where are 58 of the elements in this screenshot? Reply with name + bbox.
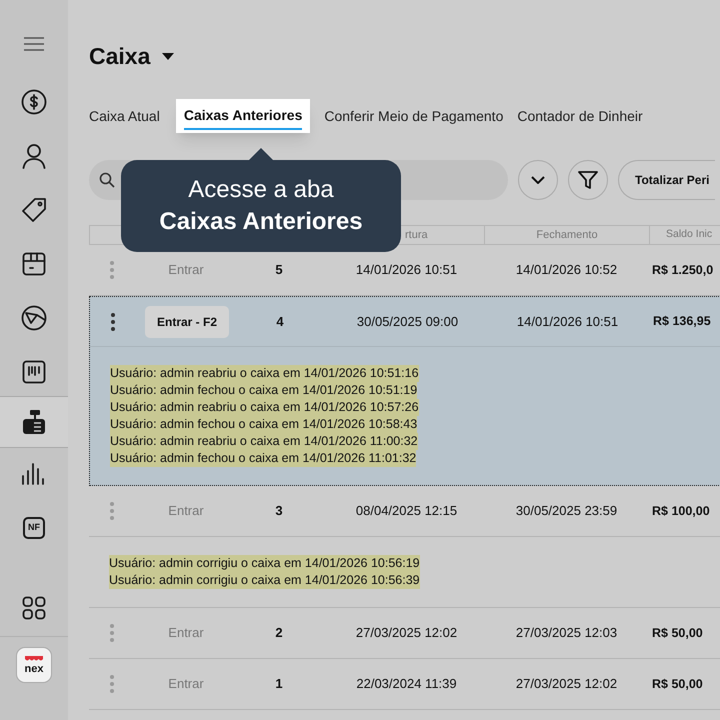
log-entry: Usuário: admin fechou o caixa em 14/01/2026 10:58:43	[110, 416, 418, 433]
table-cell-text: 27/03/2025 12:03	[516, 624, 618, 642]
cash-register-icon	[22, 409, 46, 435]
search-icon	[99, 172, 115, 188]
chevron-down-icon	[531, 176, 545, 184]
log-entry: Usuário: admin reabriu o caixa em 14/01/2026 10:51:16	[110, 365, 419, 382]
selected-row[interactable]	[89, 296, 720, 486]
table-cell-text: 30/05/2025 23:59	[516, 502, 618, 520]
column-header: Saldo Inic	[666, 227, 712, 242]
more-options-icon[interactable]	[111, 312, 115, 330]
log-entry: Usuário: admin reabriu o caixa em 14/01/2026 10:57:26	[110, 399, 419, 416]
page-title: Caixa	[89, 42, 150, 71]
user-icon	[22, 143, 46, 169]
grid-icon	[22, 596, 46, 620]
tab[interactable]: Conferir Meio de Pagamento	[324, 99, 504, 133]
dollar-coin-icon	[21, 89, 47, 115]
table-cell: R$ 50,00	[652, 676, 703, 691]
table-cell: R$ 136,95	[653, 314, 711, 328]
tab[interactable]: Caixa Atual	[89, 99, 160, 133]
table-cell-text: 4	[276, 312, 284, 331]
enter-button[interactable]: Entrar - F2	[144, 306, 229, 338]
column-header: Fechamento	[536, 228, 598, 243]
table-cell: R$ 1.250,0	[652, 262, 714, 277]
total-period-button[interactable]: Totalizar Peri	[618, 160, 716, 200]
table-cell: R$ 50,00	[652, 626, 703, 640]
nf-button[interactable]: NF	[0, 516, 68, 540]
table-cell-text: 08/04/2025 12:15	[356, 502, 458, 520]
log-entry: Usuário: admin corrigiu o caixa em 14/01/2026 10:56:19	[109, 555, 420, 572]
table-cell-text: 27/03/2025 12:02	[516, 675, 618, 694]
tag-icon	[21, 197, 47, 223]
log-entry: Usuário: admin fechou o caixa em 14/01/2026 11:01:32	[110, 450, 416, 467]
column-header: rtura	[405, 228, 428, 243]
log-entry: Usuário: admin corrigiu o caixa em 14/01/2026 10:56:39	[109, 572, 420, 589]
table-cell-text: 1	[275, 675, 283, 694]
table-cell-text: 3	[275, 502, 283, 520]
barcode-icon	[22, 360, 46, 384]
menu-icon	[23, 36, 45, 52]
table-cell-text: 14/01/2026 10:51	[516, 312, 618, 331]
table-cell-text: 30/05/2025 09:00	[356, 312, 458, 331]
table-cell-text: 14/01/2026 10:51	[356, 261, 458, 280]
log-entry: Usuário: admin reabriu o caixa em 14/01/2026 11:00:32	[110, 433, 418, 450]
cash-register-button[interactable]	[0, 396, 68, 448]
box-icon	[22, 252, 46, 276]
filter-button[interactable]	[568, 160, 608, 200]
table-cell: R$ 100,00	[652, 504, 710, 518]
tab[interactable]: Caixas Anteriores	[176, 99, 310, 133]
tooltip-pointer	[248, 148, 274, 161]
table-cell-text: 27/03/2025 12:02	[356, 624, 458, 642]
filter-icon	[578, 171, 598, 189]
log-entry: Usuário: admin fechou o caixa em 14/01/2026 10:51:19	[110, 382, 418, 399]
tab[interactable]: Contador de Dinheir	[517, 99, 643, 133]
app-logo[interactable]: nex	[16, 647, 52, 683]
table-cell-text: 14/01/2026 10:52	[516, 261, 618, 280]
table-cell-text: 2	[275, 624, 283, 642]
table-cell-text: 22/03/2024 11:39	[356, 675, 457, 694]
pie-chart-icon	[21, 305, 47, 331]
table-cell-text: 5	[275, 261, 283, 280]
caret-icon[interactable]	[162, 52, 174, 60]
